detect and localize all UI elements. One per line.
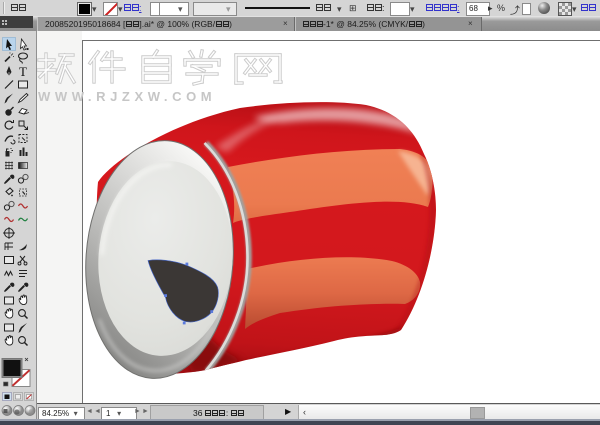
svg-text:T: T [19, 64, 27, 79]
svg-text:WWW.RJZXW.COM: WWW.RJZXW.COM [38, 89, 216, 104]
